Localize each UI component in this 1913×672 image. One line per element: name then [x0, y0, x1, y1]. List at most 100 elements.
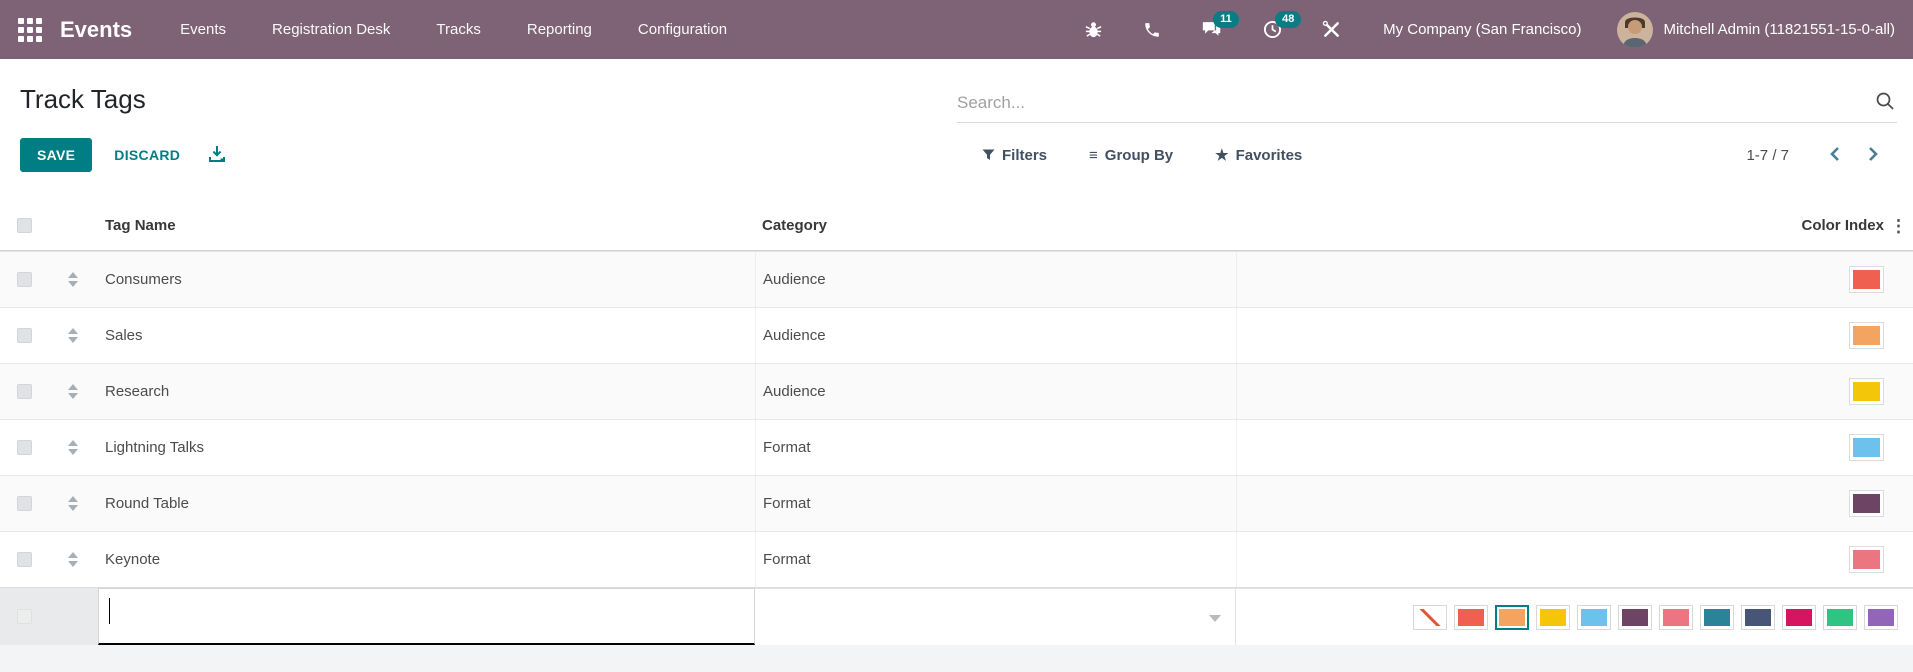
color-swatch[interactable] [1849, 434, 1884, 461]
select-all-checkbox[interactable] [16, 218, 32, 233]
messages-button[interactable]: 11 [1201, 11, 1239, 39]
palette-color-none[interactable] [1413, 604, 1447, 630]
track-tags-list: Tag Name Category Color Index ⋮ Consumer… [0, 201, 1913, 672]
palette-color-light-blue[interactable] [1577, 604, 1611, 630]
main-menu: Events Registration Desk Tracks Reportin… [180, 21, 727, 38]
color-swatch[interactable] [1849, 266, 1884, 293]
tag-name-cell[interactable]: Round Table [105, 495, 189, 512]
nav-item-configuration[interactable]: Configuration [638, 21, 727, 38]
favorites-button[interactable]: ★ Favorites [1215, 146, 1302, 165]
tag-name-input[interactable] [99, 589, 754, 643]
nav-item-tracks[interactable]: Tracks [436, 21, 480, 38]
row-checkbox[interactable] [16, 384, 32, 399]
row-checkbox[interactable] [16, 328, 32, 343]
pager-previous-button[interactable] [1815, 142, 1854, 169]
table-row[interactable]: Sales Audience [0, 307, 1913, 363]
page-title: Track Tags [20, 84, 146, 114]
group-by-icon: ≡ [1089, 146, 1098, 164]
list-header-row: Tag Name Category Color Index ⋮ [0, 201, 1913, 251]
edit-row-select-cell [0, 588, 98, 645]
messages-badge: 11 [1213, 11, 1239, 29]
row-checkbox[interactable] [16, 496, 32, 511]
drag-handle-icon[interactable] [68, 440, 78, 455]
palette-color-yellow[interactable] [1536, 604, 1570, 630]
drag-handle-icon[interactable] [68, 272, 78, 287]
company-switcher[interactable]: My Company (San Francisco) [1383, 21, 1581, 38]
pager-next-button[interactable] [1854, 142, 1893, 169]
palette-color-fuchsia[interactable] [1782, 604, 1816, 630]
category-cell[interactable]: Format [763, 551, 811, 568]
column-header-category[interactable]: Category [762, 217, 827, 234]
download-icon [209, 145, 226, 162]
voip-button[interactable] [1143, 21, 1161, 39]
category-cell[interactable]: Audience [763, 271, 826, 288]
tag-name-cell[interactable]: Research [105, 383, 169, 400]
table-row[interactable]: Round Table Format [0, 475, 1913, 531]
tag-name-cell[interactable]: Sales [105, 327, 143, 344]
table-row[interactable]: Research Audience [0, 363, 1913, 419]
category-cell[interactable]: Audience [763, 327, 826, 344]
control-panel: Track Tags SAVE DISCARD [0, 59, 1913, 175]
palette-color-medium-blue[interactable] [1700, 604, 1734, 630]
palette-color-dark-blue[interactable] [1741, 604, 1775, 630]
list-footer [0, 645, 1913, 672]
filters-button[interactable]: Filters [982, 147, 1047, 164]
pager: 1-7 / 7 [1746, 142, 1893, 169]
nav-item-registration-desk[interactable]: Registration Desk [272, 21, 390, 38]
row-checkbox[interactable] [16, 552, 32, 567]
drag-handle-icon[interactable] [68, 328, 78, 343]
app-title[interactable]: Events [60, 17, 132, 43]
drag-handle-icon[interactable] [68, 496, 78, 511]
group-by-button[interactable]: ≡ Group By [1089, 147, 1173, 164]
search-button[interactable] [1873, 91, 1897, 114]
developer-tools-button[interactable] [1322, 20, 1341, 39]
palette-color-green[interactable] [1823, 604, 1857, 630]
nav-item-reporting[interactable]: Reporting [527, 21, 592, 38]
discard-button[interactable]: DISCARD [100, 139, 194, 171]
column-header-color-index[interactable]: Color Index [1801, 217, 1884, 234]
export-button[interactable] [204, 141, 230, 170]
activities-button[interactable]: 48 [1263, 11, 1302, 39]
row-checkbox[interactable] [16, 440, 32, 455]
drag-handle-icon[interactable] [68, 552, 78, 567]
text-cursor [109, 598, 110, 624]
category-cell[interactable]: Format [763, 495, 811, 512]
nav-item-events[interactable]: Events [180, 21, 226, 38]
optional-columns-toggle-icon[interactable]: ⋮ [1890, 217, 1907, 234]
table-row[interactable]: Consumers Audience [0, 251, 1913, 307]
save-button[interactable]: SAVE [20, 138, 93, 172]
user-menu[interactable]: Mitchell Admin (11821551-15-0-all) [1663, 21, 1895, 38]
chevron-right-icon [1869, 146, 1878, 161]
palette-color-salmon[interactable] [1659, 604, 1693, 630]
user-avatar[interactable] [1617, 11, 1654, 48]
favorites-star-icon: ★ [1215, 147, 1229, 164]
color-swatch[interactable] [1849, 322, 1884, 349]
debug-button[interactable] [1084, 20, 1103, 39]
category-cell[interactable]: Audience [763, 383, 826, 400]
color-swatch[interactable] [1849, 378, 1884, 405]
palette-color-purple[interactable] [1864, 604, 1898, 630]
column-header-tag-name[interactable]: Tag Name [105, 217, 176, 234]
palette-color-dark-purple[interactable] [1618, 604, 1652, 630]
table-row[interactable]: Lightning Talks Format [0, 419, 1913, 475]
color-swatch[interactable] [1849, 490, 1884, 517]
color-palette [1236, 588, 1913, 645]
edit-row [0, 587, 1913, 645]
tag-name-cell[interactable]: Lightning Talks [105, 439, 204, 456]
row-checkbox[interactable] [16, 272, 32, 287]
palette-color-orange[interactable] [1495, 604, 1529, 630]
top-navbar: Events Events Registration Desk Tracks R… [0, 0, 1913, 59]
palette-color-red[interactable] [1454, 604, 1488, 630]
search-input[interactable] [957, 92, 1873, 113]
category-cell[interactable]: Format [763, 439, 811, 456]
chevron-down-icon [1209, 615, 1221, 622]
tag-name-cell[interactable]: Consumers [105, 271, 182, 288]
category-dropdown[interactable] [755, 588, 1236, 645]
apps-menu-button[interactable] [18, 17, 42, 42]
color-swatch[interactable] [1849, 546, 1884, 573]
tag-name-cell[interactable]: Keynote [105, 551, 160, 568]
table-row[interactable]: Keynote Format [0, 531, 1913, 587]
chevron-left-icon [1830, 146, 1839, 161]
drag-handle-icon[interactable] [68, 384, 78, 399]
row-checkbox[interactable] [17, 609, 32, 624]
